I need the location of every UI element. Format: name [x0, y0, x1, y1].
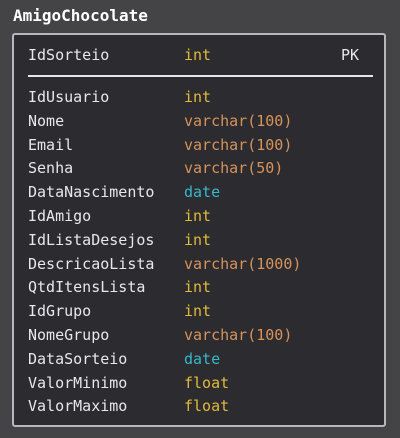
table-box[interactable]: IdSorteio int PK IdUsuario int Nome varchar…: [12, 33, 386, 427]
pk-column-type: int: [184, 46, 212, 64]
column-type: varchar(100): [184, 111, 293, 130]
column-name: NomeGrupo: [28, 326, 110, 344]
column-type: date: [184, 349, 221, 368]
pk-badge: PK: [341, 46, 360, 64]
column-type: int: [184, 302, 212, 321]
column-type: varchar(100): [184, 326, 293, 344]
column-type: float: [184, 373, 230, 392]
pk-divider: [28, 75, 373, 77]
column-name: ValorMinimo: [28, 373, 128, 392]
column-type: varchar(100): [184, 135, 293, 154]
column-name: Nome: [28, 111, 65, 130]
pk-column-name: IdSorteio: [28, 46, 110, 64]
column-name: IdListaDesejos: [28, 230, 155, 249]
column-name: Senha: [28, 159, 74, 178]
table-title: AmigoChocolate: [13, 6, 148, 25]
column-name: DataSorteio: [28, 349, 128, 368]
column-name: QtdItensLista: [28, 278, 146, 297]
column-type: int: [184, 88, 212, 106]
column-name: IdAmigo: [28, 207, 92, 225]
column-type: date: [184, 183, 221, 202]
column-name: DescricaoLista: [28, 254, 155, 273]
column-type: float: [184, 397, 230, 416]
column-type: int: [184, 230, 212, 249]
column-name: DataNascimento: [28, 183, 155, 202]
column-type: int: [184, 278, 212, 297]
column-name: ValorMaximo: [28, 397, 128, 416]
column-type: varchar(50): [184, 159, 284, 178]
column-name: IdGrupo: [28, 302, 92, 321]
column-name: IdUsuario: [28, 88, 110, 106]
column-type: int: [184, 207, 212, 225]
column-name: Email: [28, 135, 74, 154]
column-type: varchar(1000): [184, 254, 302, 273]
